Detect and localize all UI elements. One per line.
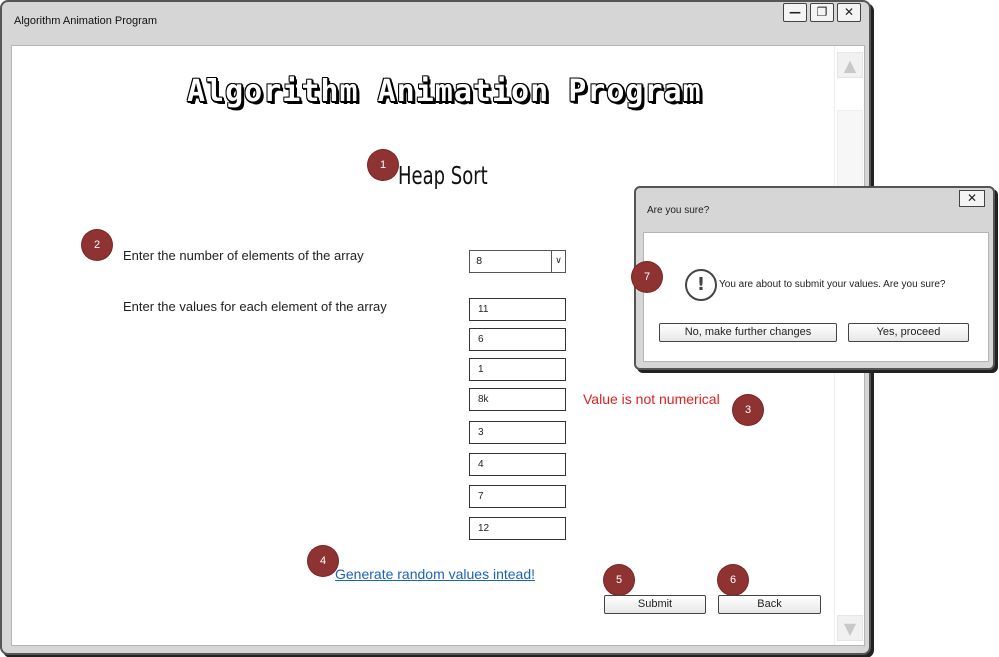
page-heading: Heap Sort	[398, 161, 488, 190]
annotation-marker-2: 2	[82, 230, 112, 260]
no-make-changes-button[interactable]: No, make further changes	[659, 323, 837, 342]
annotation-marker-1: 1	[368, 150, 398, 180]
values-label: Enter the values for each element of the…	[123, 299, 387, 314]
scroll-thumb[interactable]	[837, 110, 863, 190]
annotation-marker-5: 5	[604, 565, 634, 595]
annotation-marker-4: 4	[308, 546, 338, 576]
submit-button[interactable]: Submit	[604, 595, 706, 614]
back-button[interactable]: Back	[718, 595, 821, 614]
num-elements-select[interactable]: 8 ∨	[469, 250, 566, 273]
dialog-title: Are you sure?	[647, 205, 710, 216]
window-title: Algorithm Animation Program	[14, 15, 158, 27]
value-field-5[interactable]: 3	[469, 421, 566, 444]
value-field-1[interactable]: 11	[469, 298, 566, 321]
validation-error-message: Value is not numerical	[583, 391, 720, 407]
scroll-down-arrow-icon[interactable]: ▼	[837, 615, 863, 641]
minimize-button[interactable]: —	[783, 3, 807, 22]
value-field-7[interactable]: 7	[469, 485, 566, 508]
scroll-up-arrow-icon[interactable]: ▲	[837, 52, 863, 78]
chevron-down-icon[interactable]: ∨	[551, 251, 565, 272]
num-elements-label: Enter the number of elements of the arra…	[123, 248, 364, 263]
generate-random-link[interactable]: Generate random values intead!	[335, 566, 535, 582]
dialog-body: 7 ! You are about to submit your values.…	[632, 232, 989, 362]
warning-icon: !	[685, 269, 717, 301]
dialog-message: You are about to submit your values. Are…	[719, 279, 946, 290]
maximize-button[interactable]: ❐	[810, 3, 834, 22]
confirm-dialog: Are you sure? ✕ 7 ! You are about to sub…	[632, 186, 995, 370]
value-field-2[interactable]: 6	[469, 328, 566, 351]
app-title: Algorithm Animation Program	[187, 74, 702, 109]
annotation-marker-7: 7	[632, 262, 662, 292]
annotation-marker-3: 3	[733, 395, 763, 425]
annotation-marker-6: 6	[718, 565, 748, 595]
window-controls: — ❐ ✕	[783, 3, 861, 22]
value-field-4[interactable]: 8k	[469, 388, 566, 411]
yes-proceed-button[interactable]: Yes, proceed	[848, 323, 969, 342]
num-elements-selected-value: 8	[476, 256, 483, 267]
value-field-6[interactable]: 4	[469, 453, 566, 476]
value-field-3[interactable]: 1	[469, 358, 566, 381]
dialog-close-button[interactable]: ✕	[959, 190, 985, 207]
close-button[interactable]: ✕	[837, 3, 861, 22]
value-field-8[interactable]: 12	[469, 517, 566, 540]
